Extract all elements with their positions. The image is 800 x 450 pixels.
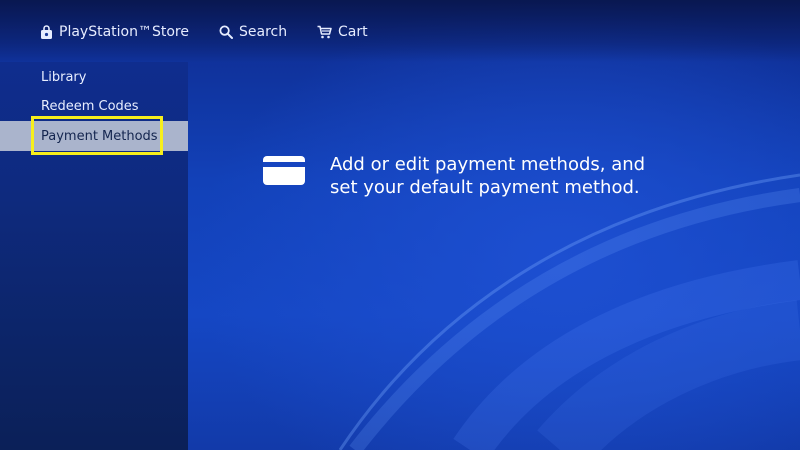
ps4-store-screen: PlayStation™Store Search Cart Library Re… [0,0,800,450]
top-navigation-bar: PlayStation™Store Search Cart [0,0,800,62]
cart-label: Cart [338,24,368,40]
payment-methods-description: Add or edit payment methods, and set you… [330,154,646,198]
search-tab[interactable]: Search [219,22,287,42]
search-icon [219,25,233,39]
cart-icon [317,25,332,39]
credit-card-icon [263,156,305,185]
sidebar-item-label: Redeem Codes [41,98,139,114]
sidebar-item-label: Payment Methods [41,128,158,144]
search-label: Search [239,24,288,40]
sidebar-item-library[interactable]: Library [0,63,188,91]
store-label: PlayStation™Store [59,24,189,40]
sidebar-item-payment-methods[interactable]: Payment Methods [0,121,188,151]
sidebar-menu: Library Redeem Codes Payment Methods [0,62,188,450]
cart-tab[interactable]: Cart [317,22,368,42]
sidebar-item-redeem-codes[interactable]: Redeem Codes [0,92,188,120]
sidebar-item-label: Library [41,69,87,85]
card-stripe [263,162,305,167]
playstation-store-tab[interactable]: PlayStation™Store [40,22,189,42]
store-bag-icon [41,24,52,39]
